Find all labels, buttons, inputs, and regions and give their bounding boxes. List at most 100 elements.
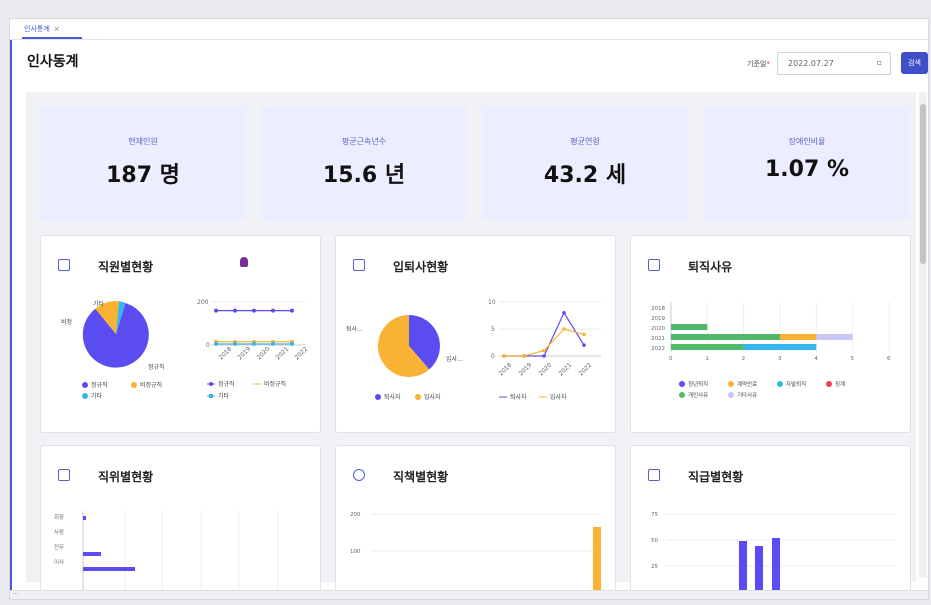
data-point xyxy=(582,332,586,337)
left-accent-bar xyxy=(10,39,12,599)
scrollbar-thumb[interactable] xyxy=(920,104,926,264)
legend-item: 개인사유 xyxy=(688,391,708,399)
date-input[interactable]: 2022.07.27 ▫ xyxy=(777,52,891,75)
resign-chart: 2018 2019 2020 2021 2022 0 1 2 3 4 5 6 정년퇴직 계약… xyxy=(651,302,891,399)
x-tick: 2020 xyxy=(255,346,271,362)
data-point xyxy=(290,341,294,346)
stat-label: 평균근속년수 xyxy=(341,137,387,146)
legend-item: 자발퇴직 xyxy=(786,380,806,388)
x-tick: 2021 xyxy=(557,362,573,378)
legend-nonregular: 비정규직 xyxy=(140,381,162,389)
x-tick: 2022 xyxy=(577,362,593,378)
y-tick: 10 xyxy=(488,299,496,306)
y-tick: 25 xyxy=(651,564,658,570)
tab-label: 인사통계 xyxy=(24,25,50,33)
resign-x-ticks: 0 1 2 3 4 5 6 xyxy=(669,356,891,362)
pie-label-left: 비정 xyxy=(61,318,72,326)
y-tick: 0 xyxy=(491,353,495,360)
card-hires: 입퇴사현황 퇴사... 입사... 퇴사자 입사자 10 5 0 2018 20… xyxy=(335,235,616,433)
employment-line-chart xyxy=(214,308,294,346)
stat-label: 현재인원 xyxy=(128,137,158,146)
stat-value: 15.6 년 xyxy=(322,163,406,188)
page-title: 인사동계 xyxy=(27,54,79,70)
data-point xyxy=(214,341,218,346)
legend-dot xyxy=(826,381,832,387)
x-tick: 1 xyxy=(705,356,709,362)
y-tick: 50 xyxy=(651,538,658,544)
stat-value: 1.07 % xyxy=(765,157,849,182)
x-tick: 6 xyxy=(887,356,891,362)
legend-marker xyxy=(209,394,213,398)
y-tick: 전무 xyxy=(54,543,64,551)
legend-dot xyxy=(728,381,734,387)
legend-dot-regular xyxy=(82,382,88,388)
data-point xyxy=(290,308,294,313)
status-bar: ··· xyxy=(10,590,928,599)
y-tick: 2022 xyxy=(651,346,665,352)
app-window: 인사통계 × 인사동계 기준일* 2022.07.27 ▫ 검색 현재인원 187… xyxy=(9,18,929,600)
bar xyxy=(593,527,601,596)
date-value: 2022.07.27 xyxy=(788,59,834,68)
stat-label: 장애인비율 xyxy=(788,137,826,146)
legend-nonregular: 비정규직 xyxy=(264,380,286,388)
data-point xyxy=(562,327,566,331)
search-button[interactable]: 검색 xyxy=(901,52,928,74)
x-tick: 2021 xyxy=(274,346,290,362)
y-tick: 2020 xyxy=(651,326,665,332)
x-tick: 2019 xyxy=(236,346,252,362)
status-text: ··· xyxy=(13,591,19,598)
x-tick: 3 xyxy=(778,356,782,362)
employment-charts: 기타 비정 정규직 정규직 비정규직 기타 200 0 2018 2019 20… xyxy=(61,299,309,400)
y-tick: 2019 xyxy=(651,316,665,322)
bar-segment xyxy=(671,334,780,340)
legend-join: 입사자 xyxy=(424,393,441,401)
bar xyxy=(755,546,763,596)
bar-segment xyxy=(671,324,708,330)
stat-label: 평균연령 xyxy=(570,137,600,146)
tab-active-indicator xyxy=(22,37,82,39)
legend-leave: 퇴사자 xyxy=(384,393,401,401)
y-tick: 100 xyxy=(350,549,361,555)
legend-join: 입사자 xyxy=(550,393,567,401)
date-label: 기준일* xyxy=(747,60,770,68)
position-chart: 회장 사장 전무 이사 xyxy=(54,511,279,596)
close-icon[interactable]: × xyxy=(54,25,60,33)
card-resign: 퇴직사유 2018 2019 2020 2021 2022 0123456 정년… xyxy=(630,235,911,433)
legend-dot-leave xyxy=(375,394,381,400)
scrollbar[interactable] xyxy=(919,92,927,578)
data-point xyxy=(271,308,275,313)
stat-card-age: 평균연령 43.2 세 xyxy=(482,106,688,221)
legend-dot xyxy=(679,392,685,398)
bar-segment xyxy=(780,334,817,340)
legend-regular: 정규직 xyxy=(91,382,108,389)
bar xyxy=(739,541,747,596)
bar xyxy=(83,567,135,571)
y-tick: 75 xyxy=(651,512,658,518)
x-tick: 2 xyxy=(742,356,746,362)
data-point xyxy=(271,341,275,346)
pie-label-right: 입사... xyxy=(446,355,463,363)
legend-item: 기타사유 xyxy=(737,391,757,399)
stat-value: 43.2 세 xyxy=(543,163,627,188)
bar-segment xyxy=(816,334,853,340)
legend-regular: 정규직 xyxy=(218,381,235,388)
data-point xyxy=(252,308,256,313)
y-tick: 2018 xyxy=(651,306,665,312)
stat-card-headcount: 현재인원 187 명 xyxy=(40,106,246,221)
stat-card-disability: 장애인비율 1.07 % xyxy=(704,106,910,221)
x-tick: 2018 xyxy=(217,346,233,362)
calendar-icon[interactable]: ▫ xyxy=(877,58,882,67)
tab-hr-stats[interactable]: 인사통계 × xyxy=(24,24,60,34)
legend-dot xyxy=(777,381,783,387)
bar-segment xyxy=(671,344,744,350)
data-point xyxy=(542,348,546,353)
y-tick: 회장 xyxy=(54,513,64,521)
stat-value: 187 명 xyxy=(106,163,180,188)
mouse-cursor xyxy=(240,257,248,267)
legend-item: 징계 xyxy=(835,380,845,388)
hires-line-chart xyxy=(502,311,586,358)
legend-item: 계약만료 xyxy=(737,380,757,388)
legend-other: 기타 xyxy=(91,392,103,400)
stat-card-tenure: 평균근속년수 15.6 년 xyxy=(261,106,467,221)
data-point xyxy=(542,354,546,358)
